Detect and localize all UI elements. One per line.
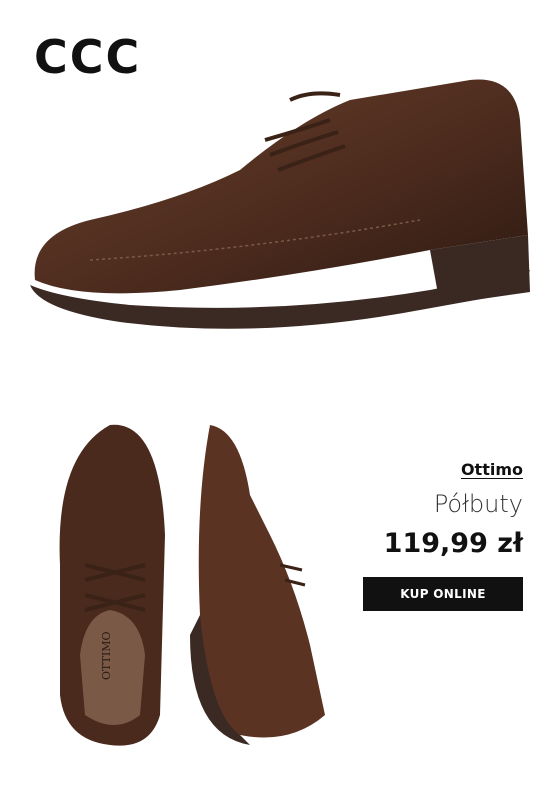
insole-brand-text: OTTIMO [100,631,113,680]
shoe-top-view-image: OTTIMO [59,424,325,746]
brand-link[interactable]: Ottimo [461,460,523,479]
product-info: Ottimo Półbuty 119,99 zł KUP ONLINE [343,460,523,611]
buy-online-button[interactable]: KUP ONLINE [363,577,523,611]
product-category: Półbuty [433,490,523,518]
product-price: 119,99 zł [383,528,523,559]
shoe-side-view-image [30,79,530,329]
